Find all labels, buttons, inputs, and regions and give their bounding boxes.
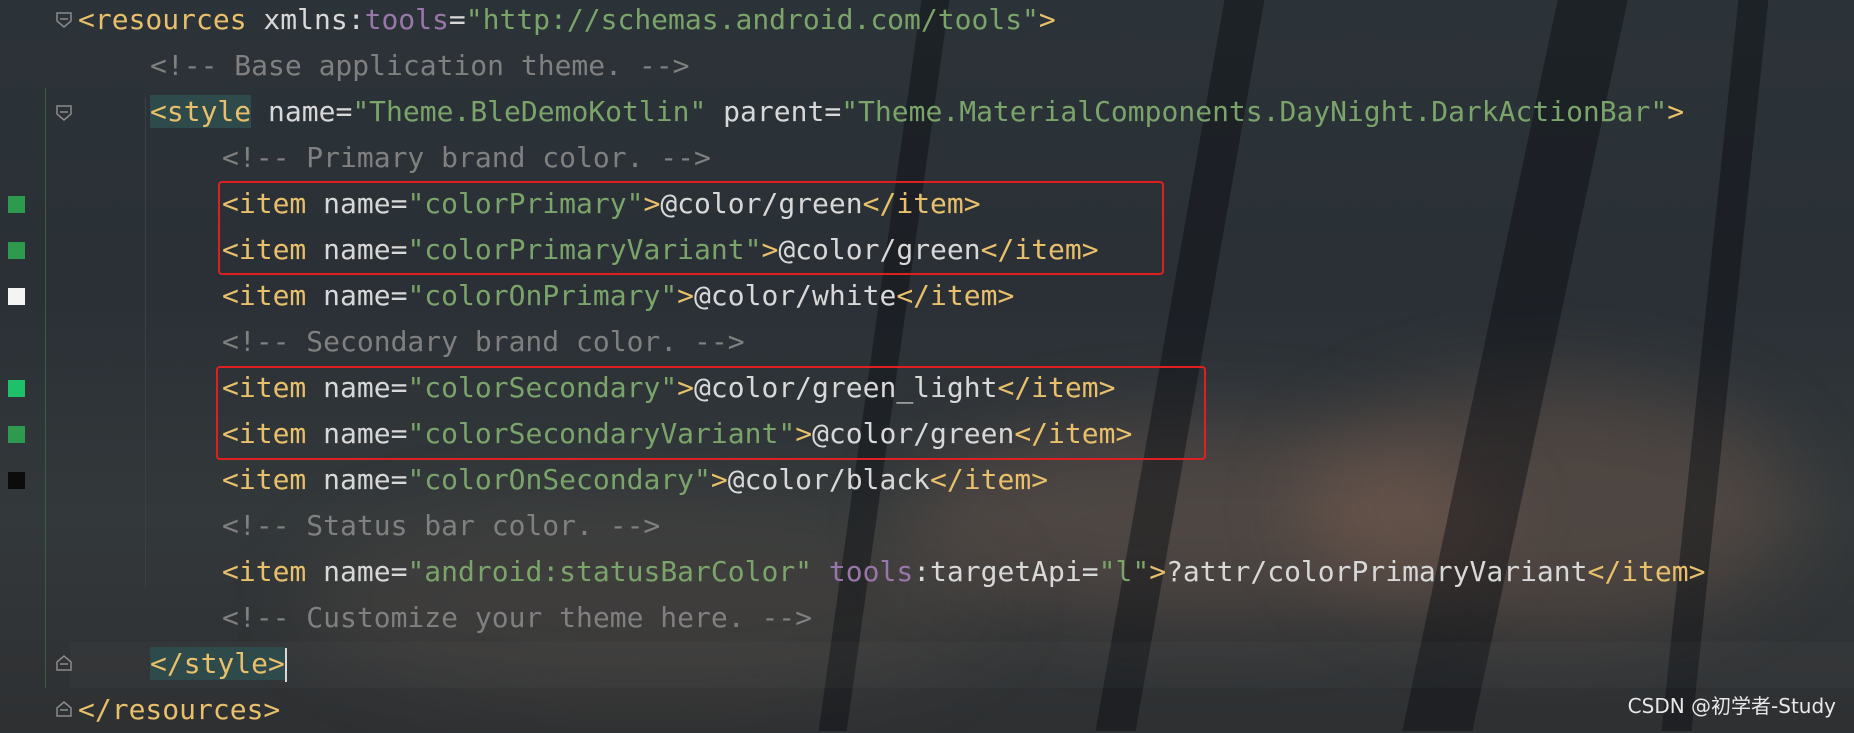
code-line-text: </style> — [150, 641, 287, 687]
highlight-box-primary — [218, 181, 1164, 275]
code-token: > — [1149, 555, 1167, 588]
color-swatch-green-light-icon[interactable] — [8, 380, 25, 397]
code-token: <!-- Status bar color. --> — [222, 509, 661, 542]
code-token: = — [335, 95, 353, 128]
code-token: @color/white — [694, 279, 897, 312]
code-token: </item> — [896, 279, 1015, 312]
color-swatch-green-icon[interactable] — [8, 242, 25, 259]
color-swatch-white-icon[interactable] — [8, 288, 25, 305]
code-line-text: <item name="colorOnPrimary">@color/white… — [222, 273, 1014, 319]
code-line-text: <style name="Theme.BleDemoKotlin" parent… — [150, 89, 1684, 135]
color-swatch-green-icon[interactable] — [8, 426, 25, 443]
csdn-watermark: CSDN @初学者-Study — [1627, 694, 1836, 718]
code-token: "Theme.MaterialComponents.DayNight.DarkA… — [841, 95, 1668, 128]
text-caret — [284, 648, 287, 682]
fold-end-icon[interactable] — [55, 654, 73, 672]
code-token: ?attr/colorPrimaryVariant — [1166, 555, 1588, 588]
code-token: xmlns — [246, 3, 348, 36]
code-line-text: <!-- Base application theme. --> — [150, 43, 689, 89]
color-swatch-black-icon[interactable] — [8, 472, 25, 489]
code-line-text: <!-- Secondary brand color. --> — [222, 319, 745, 365]
code-line-text: </resources> — [78, 687, 280, 733]
code-token: </item> — [1587, 555, 1706, 588]
code-token: = — [390, 463, 408, 496]
current-line-highlight — [70, 642, 1854, 688]
code-token: > — [677, 279, 695, 312]
code-line-text: <!-- Primary brand color. --> — [222, 135, 711, 181]
code-token: <!-- Primary brand color. --> — [222, 141, 711, 174]
fold-guide — [45, 88, 46, 688]
code-token: = — [448, 3, 466, 36]
code-token: </resources> — [78, 693, 281, 726]
code-token: <!-- Customize your theme here. --> — [222, 601, 813, 634]
code-token: <style — [150, 95, 252, 128]
code-token: <item — [222, 463, 307, 496]
code-token: <item — [222, 279, 307, 312]
fold-collapse-icon[interactable] — [55, 11, 73, 29]
code-line-text: <resources xmlns:tools="http://schemas.a… — [78, 0, 1056, 43]
code-token: <resources — [78, 3, 247, 36]
code-token: tools — [828, 555, 914, 588]
indent-guide — [145, 98, 146, 588]
code-token: :targetApi= — [913, 555, 1099, 588]
code-token: <item — [222, 555, 307, 588]
code-token: : — [347, 3, 365, 36]
code-token: </style> — [150, 647, 285, 680]
code-token: > — [710, 463, 728, 496]
code-token: = — [390, 279, 408, 312]
code-token: </item> — [930, 463, 1049, 496]
code-token: <!-- Base application theme. --> — [150, 49, 690, 82]
code-token: "android:statusBarColor" — [407, 555, 813, 588]
code-token: name — [306, 279, 391, 312]
code-token: "http://schemas.android.com/tools" — [465, 3, 1039, 36]
code-token: name — [251, 95, 336, 128]
code-token: tools — [364, 3, 449, 36]
code-line-text: <!-- Customize your theme here. --> — [222, 595, 812, 641]
code-token: "l" — [1098, 555, 1150, 588]
code-line-text: <item name="colorOnSecondary">@color/bla… — [222, 457, 1048, 503]
code-line-text: <item name="android:statusBarColor" tool… — [222, 549, 1706, 595]
code-token: > — [1667, 95, 1685, 128]
fold-collapse-icon[interactable] — [55, 104, 73, 122]
code-token: = — [390, 555, 408, 588]
color-swatch-green-icon[interactable] — [8, 196, 25, 213]
code-token: "colorOnPrimary" — [407, 279, 678, 312]
code-token: = — [824, 95, 842, 128]
code-token: "Theme.BleDemoKotlin" — [352, 95, 707, 128]
code-token: "colorOnSecondary" — [407, 463, 711, 496]
code-token: <!-- Secondary brand color. --> — [222, 325, 745, 358]
highlight-box-secondary — [216, 366, 1206, 460]
code-token: parent — [706, 95, 825, 128]
code-editor[interactable]: <resources xmlns:tools="http://schemas.a… — [0, 0, 1854, 731]
code-token: name — [306, 555, 391, 588]
code-token: > — [1038, 3, 1056, 36]
code-token: name — [306, 463, 391, 496]
code-line-text: <!-- Status bar color. --> — [222, 503, 660, 549]
fold-end-icon[interactable] — [55, 700, 73, 718]
code-token: @color/black — [727, 463, 931, 496]
